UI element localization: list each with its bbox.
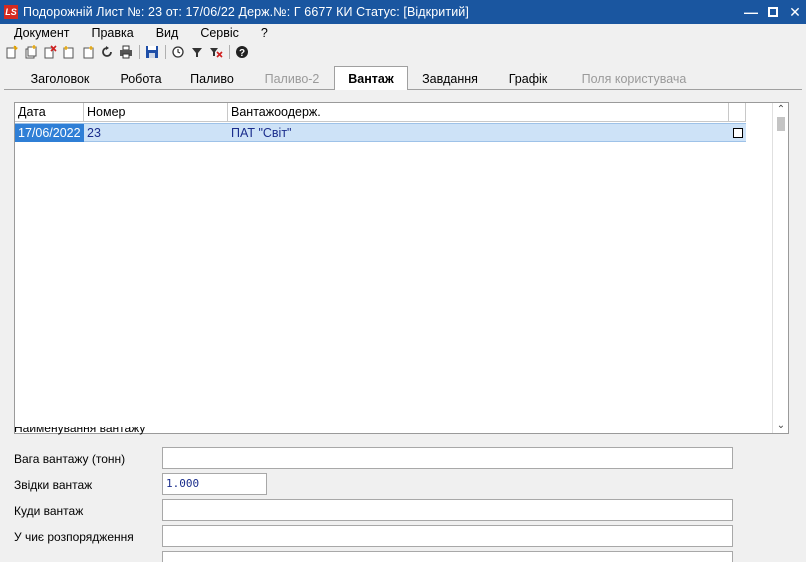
cargo-grid[interactable]: Дата Номер Вантажоодерж. 17/06/2022 23 П… — [14, 102, 789, 434]
help-button[interactable]: ? — [234, 44, 250, 60]
scroll-thumb[interactable] — [777, 117, 785, 131]
disposal-input[interactable] — [162, 525, 733, 547]
cell-date[interactable]: 17/06/2022 — [15, 124, 84, 142]
cargo-to-input[interactable] — [162, 499, 733, 521]
toolbar-separator — [229, 45, 230, 59]
app-logo-icon: LS — [4, 5, 18, 19]
toolbar-separator — [139, 45, 140, 59]
row-checkbox[interactable] — [733, 128, 743, 138]
tab-strip: Заголовок Робота Паливо Паливо-2 Вантаж … — [4, 66, 802, 91]
disposal-label: У чиє розпорядження — [14, 530, 134, 544]
new-button[interactable] — [4, 44, 20, 60]
delete-icon — [44, 45, 57, 59]
add-alt-icon — [83, 46, 94, 59]
save-button[interactable] — [144, 44, 160, 60]
cell-recipient[interactable]: ПАТ "Світ" — [228, 124, 729, 142]
save-icon — [146, 46, 158, 58]
scroll-up-icon[interactable]: ⌃ — [773, 103, 789, 117]
grid-header: Дата Номер Вантажоодерж. — [15, 103, 746, 122]
cell-number[interactable]: 23 — [84, 124, 228, 142]
cargo-weight-input[interactable] — [162, 447, 733, 469]
clear-filter-button[interactable] — [208, 44, 224, 60]
table-row[interactable]: 17/06/2022 23 ПАТ "Світ" — [15, 123, 746, 142]
refresh-button[interactable] — [99, 44, 115, 60]
tab-user-fields: Поля користувача — [581, 72, 687, 86]
help-icon: ? — [236, 46, 248, 59]
next-field-input[interactable] — [162, 551, 733, 562]
menu-bar: Документ Правка Вид Сервіс ? — [0, 24, 806, 42]
scroll-down-icon[interactable]: ⌄ — [773, 419, 789, 433]
filter-icon — [192, 48, 202, 57]
add-icon — [63, 46, 74, 59]
menu-service[interactable]: Сервіс — [189, 26, 250, 40]
toolbar-separator — [165, 45, 166, 59]
maximize-icon — [768, 7, 778, 17]
cargo-to-label: Куди вантаж — [14, 504, 84, 518]
close-icon: ✕ — [789, 3, 801, 20]
history-button[interactable] — [170, 44, 186, 60]
close-button[interactable]: ✕ — [784, 0, 806, 24]
filter-button[interactable] — [189, 44, 205, 60]
menu-edit[interactable]: Правка — [80, 26, 144, 40]
column-header-date[interactable]: Дата — [15, 103, 84, 122]
cargo-from-label: Звідки вантаж — [14, 478, 93, 492]
toolbar: ? — [0, 42, 806, 62]
delete-button[interactable] — [42, 44, 58, 60]
tab-fuel-2: Паливо-2 — [264, 72, 320, 86]
column-header-check — [729, 103, 746, 122]
print-icon — [120, 45, 132, 59]
tab-tasks[interactable]: Завдання — [408, 69, 492, 90]
new-copy-button[interactable] — [23, 44, 39, 60]
new-copy-icon — [25, 45, 37, 59]
menu-view[interactable]: Вид — [145, 26, 190, 40]
refresh-icon — [102, 46, 112, 57]
cargo-from-input[interactable]: 1.000 — [162, 473, 267, 495]
tab-fuel[interactable]: Паливо — [174, 69, 250, 90]
minimize-icon: — — [744, 4, 758, 20]
cargo-name-label: Найменування вантажу — [14, 427, 146, 435]
tab-header[interactable]: Заголовок — [12, 69, 108, 90]
new-icon — [6, 45, 18, 59]
print-button[interactable] — [118, 44, 134, 60]
menu-document[interactable]: Документ — [0, 26, 80, 40]
menu-help[interactable]: ? — [250, 26, 279, 40]
cargo-weight-label: Вага вантажу (тонн) — [14, 452, 126, 466]
grid-vertical-scrollbar[interactable]: ⌃ ⌄ — [772, 103, 788, 433]
add-alt-button[interactable] — [80, 44, 96, 60]
history-icon — [172, 46, 184, 58]
column-header-recipient[interactable]: Вантажоодерж. — [228, 103, 729, 122]
column-header-number[interactable]: Номер — [84, 103, 228, 122]
tab-schedule[interactable]: Графік — [492, 69, 564, 90]
clear-filter-icon — [210, 48, 223, 58]
svg-text:?: ? — [239, 48, 245, 59]
minimize-button[interactable]: — — [740, 0, 762, 24]
tab-cargo[interactable]: Вантаж — [334, 66, 408, 91]
tab-work[interactable]: Робота — [108, 69, 174, 90]
add-button[interactable] — [61, 44, 77, 60]
window-title: Подорожній Лист №: 23 от: 17/06/22 Держ.… — [23, 5, 469, 19]
title-bar: LS Подорожній Лист №: 23 от: 17/06/22 Де… — [0, 0, 806, 24]
maximize-button[interactable] — [762, 0, 784, 24]
